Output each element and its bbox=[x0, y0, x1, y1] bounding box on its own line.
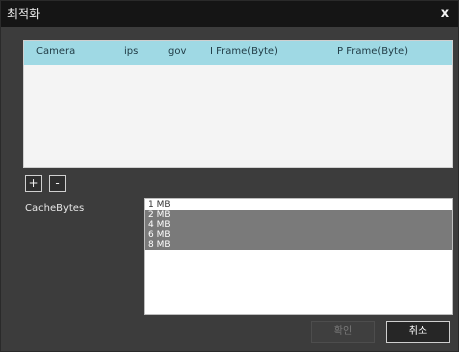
cache-bytes-listbox[interactable]: 1 MB 2 MB 4 MB 6 MB 8 MB bbox=[144, 198, 453, 315]
remove-button[interactable]: - bbox=[49, 175, 66, 192]
column-header-i-frame[interactable]: I Frame(Byte) bbox=[210, 46, 278, 58]
ok-button[interactable]: 확인 bbox=[311, 321, 375, 343]
cache-option-8mb[interactable]: 8 MB bbox=[145, 240, 452, 250]
stream-table[interactable]: Camera ips gov I Frame(Byte) P Frame(Byt… bbox=[23, 40, 453, 168]
optimization-dialog: 최적화 x Camera ips gov I Frame(Byte) P Fra… bbox=[0, 0, 459, 352]
dialog-title: 최적화 bbox=[7, 7, 41, 21]
cancel-button[interactable]: 취소 bbox=[386, 321, 450, 343]
cache-bytes-label: CacheBytes bbox=[25, 203, 85, 214]
column-header-camera[interactable]: Camera bbox=[36, 46, 75, 58]
column-header-gov[interactable]: gov bbox=[168, 46, 186, 58]
cache-option-4mb[interactable]: 4 MB bbox=[145, 220, 452, 230]
title-bar: 최적화 x bbox=[1, 1, 458, 27]
cache-option-1mb[interactable]: 1 MB bbox=[145, 200, 452, 210]
column-header-ips[interactable]: ips bbox=[124, 46, 138, 58]
cache-option-2mb[interactable]: 2 MB bbox=[145, 210, 452, 220]
table-header: Camera ips gov I Frame(Byte) P Frame(Byt… bbox=[24, 41, 452, 65]
cache-option-6mb[interactable]: 6 MB bbox=[145, 230, 452, 240]
add-button[interactable]: + bbox=[25, 175, 42, 192]
close-icon[interactable]: x bbox=[438, 6, 452, 22]
column-header-p-frame[interactable]: P Frame(Byte) bbox=[337, 46, 408, 58]
